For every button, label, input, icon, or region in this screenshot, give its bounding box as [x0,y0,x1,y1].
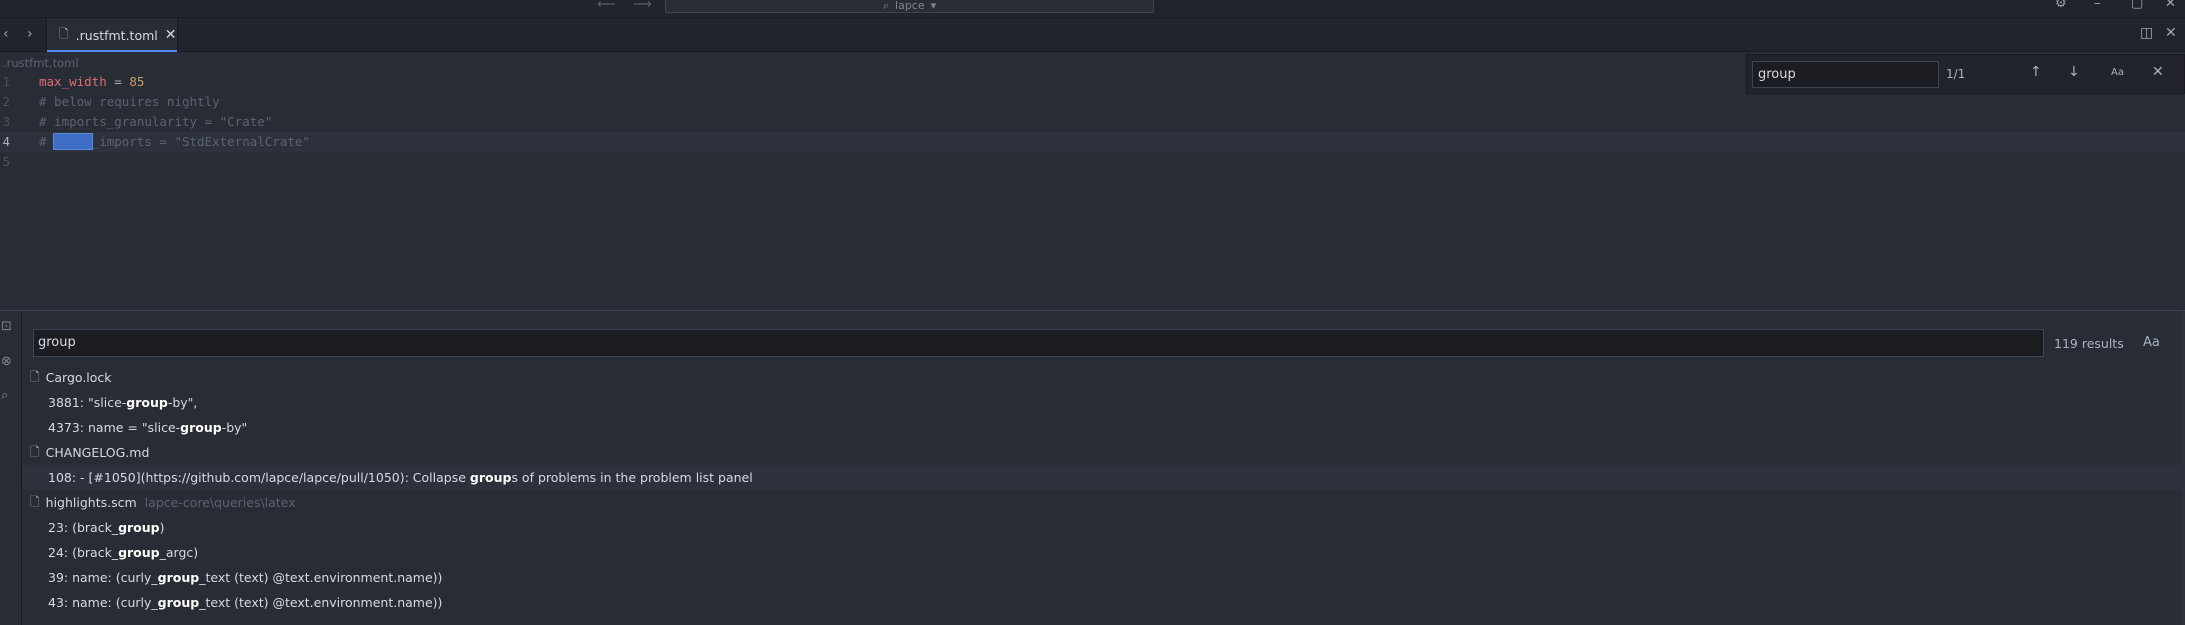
close-tab-icon[interactable]: ✕ [165,27,177,43]
find-input[interactable]: group [1752,61,1939,88]
file-icon: 🗋 [30,370,40,384]
line-number: 4 [2,134,10,149]
match-prefix: 23: (brack_ [48,520,119,535]
result-match[interactable]: 3881: "slice-group-by", [22,390,2182,415]
comment-rest: _imports = "StdExternalCrate" [91,134,310,149]
match-prefix: 24: (brack_ [48,545,119,560]
search-input[interactable]: group [33,329,2044,357]
code-line-current[interactable]: 4 # group_imports = "StdExternalCrate" [0,132,2185,152]
match-hit: group [118,520,160,535]
result-match[interactable]: 23: (brack_group) [22,515,2182,540]
arrow-up-icon[interactable]: ↑ [2030,64,2042,80]
workspace-switcher[interactable]: ⌕ lapce ▾ [665,0,1154,13]
file-icon: 🗋 [59,26,69,41]
search-panel: ⊡ ⊗ ⌕ group 119 results Aa 🗋 Cargo.lock … [0,310,2185,625]
code-comment: # below requires nightly [39,94,220,109]
arrow-down-icon[interactable]: ↓ [2068,64,2080,80]
arrow-left-icon[interactable]: ⟵ [597,0,616,12]
file-icon: 🗋 [30,495,40,509]
find-match-highlight: group [53,133,93,150]
maximize-icon[interactable]: ▢ [2131,0,2143,11]
match-prefix: 4373: name = "slice- [48,420,181,435]
chevron-down-icon: ▾ [930,0,937,12]
toml-value: 85 [129,74,145,89]
tab-bar: ‹ › 🗋 .rustfmt.toml ✕ ◫ ✕ [0,18,2185,52]
line-number: 3 [2,114,10,129]
code-line[interactable]: 3 # imports_granularity = "Crate" [0,112,2185,132]
match-prefix: 39: name: (curly_ [48,570,158,585]
code-line[interactable]: 5 [0,152,2185,172]
line-number: 2 [2,94,10,109]
scrollbar[interactable] [2181,311,2185,625]
code-line[interactable]: 2 # below requires nightly [0,92,2185,112]
match-suffix: ) [159,520,165,535]
match-suffix: _argc) [159,545,199,560]
result-match-selected[interactable]: 108: - [#1050](https://github.com/lapce/… [22,465,2182,490]
result-file[interactable]: 🗋 Cargo.lock [22,365,2182,390]
tab-label: .rustfmt.toml [75,27,158,43]
match-suffix: _text (text) @text.environment.name)) [199,595,443,610]
result-match[interactable]: 4373: name = "slice-group-by" [22,415,2182,440]
match-case-toggle[interactable]: Aa [2111,67,2124,78]
match-prefix: 108: - [#1050](https://github.com/lapce/… [48,470,470,485]
result-match[interactable]: 43: name: (curly_group_text (text) @text… [22,590,2182,615]
result-file[interactable]: 🗋 highlights.scm lapce-core\queries\late… [22,490,2182,515]
match-hit: group [157,595,200,610]
results-count: 119 results [2054,336,2124,351]
match-hit: group [157,570,200,585]
match-hit: group [118,545,160,560]
code-comment: # group_imports = "StdExternalCrate" [39,132,310,152]
file-name: highlights.scm [45,495,137,510]
title-bar: ⟵ ⟶ ⌕ lapce ▾ ⚙ – ▢ ✕ [0,0,2185,18]
breadcrumb[interactable]: .rustfmt.toml [3,56,79,70]
editor[interactable]: 1 max_width = 85 2 # below requires nigh… [0,72,2185,310]
match-suffix: -by" [221,420,248,435]
file-icon: 🗋 [30,445,40,459]
close-icon[interactable]: ✕ [2165,0,2176,11]
code-comment: # imports_granularity = "Crate" [39,114,273,129]
result-match[interactable]: 39: name: (curly_group_text (text) @text… [22,565,2182,590]
close-find-icon[interactable]: ✕ [2152,64,2164,80]
match-prefix: 3881: "slice- [48,395,127,410]
close-icon[interactable]: ✕ [2165,25,2177,41]
minimize-icon[interactable]: – [2094,0,2101,11]
match-case-toggle[interactable]: Aa [2143,335,2160,350]
find-match-count: 1/1 [1946,67,1966,81]
result-file[interactable]: 🗋 CHANGELOG.md [22,440,2182,465]
chevron-right-icon[interactable]: › [27,26,33,42]
search-icon: ⌕ [882,0,890,12]
match-hit: group [180,420,222,435]
problems-icon[interactable]: ⊗ [1,354,12,369]
match-prefix: 43: name: (curly_ [48,595,158,610]
terminal-icon[interactable]: ⊡ [1,319,12,334]
panel-activity-bar: ⊡ ⊗ ⌕ [0,311,22,625]
line-number: 1 [2,74,10,89]
find-widget: group 1/1 ↑ ↓ Aa ✕ [1746,54,2185,94]
gear-icon[interactable]: ⚙ [2055,0,2067,11]
line-number: 5 [2,154,10,169]
match-suffix: -by", [167,395,198,410]
comment-prefix: # [39,134,55,149]
file-path: lapce-core\queries\latex [144,495,296,510]
code-text: max_width = 85 [39,72,144,92]
match-hit: group [126,395,168,410]
search-icon[interactable]: ⌕ [1,388,8,403]
match-suffix: s of problems in the problem list panel [511,470,753,485]
workspace-name: lapce [895,0,925,12]
arrow-right-icon[interactable]: ⟶ [633,0,652,12]
result-match[interactable]: 24: (brack_group_argc) [22,540,2182,565]
toml-operator: = [106,74,130,89]
file-name: CHANGELOG.md [45,445,150,460]
match-hit: group [469,470,512,485]
match-suffix: _text (text) @text.environment.name)) [199,570,443,585]
split-editor-icon[interactable]: ◫ [2140,25,2153,41]
chevron-left-icon[interactable]: ‹ [3,26,9,42]
file-name: Cargo.lock [45,370,112,385]
tab-rustfmt-toml[interactable]: 🗋 .rustfmt.toml ✕ [46,18,178,52]
toml-key: max_width [39,74,107,89]
